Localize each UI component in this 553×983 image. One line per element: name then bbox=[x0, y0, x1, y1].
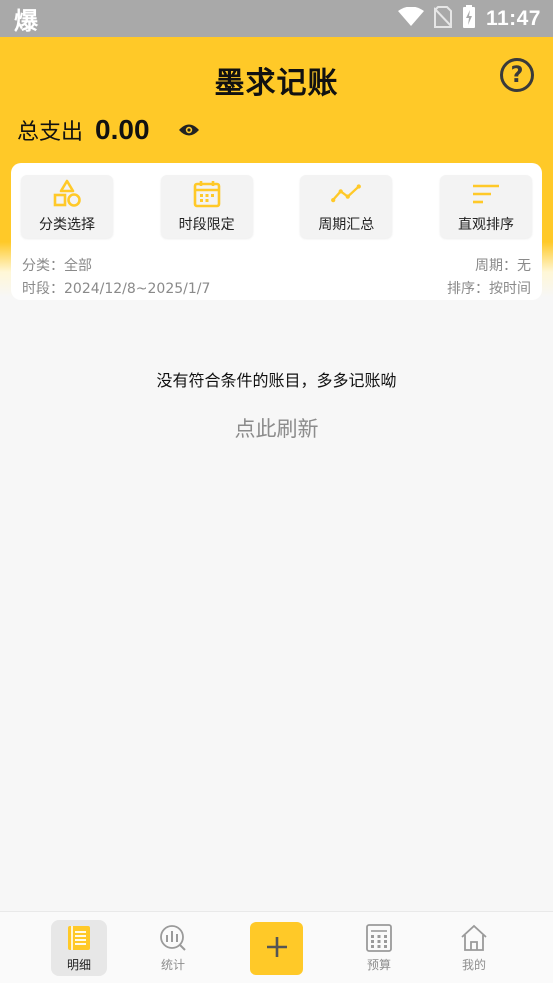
category-filter-value: 分类：全部 bbox=[22, 258, 92, 274]
list-icon bbox=[65, 924, 93, 952]
total-expense-label: 总支出 bbox=[17, 120, 84, 145]
home-icon bbox=[460, 924, 488, 952]
shapes-icon bbox=[52, 179, 82, 209]
eye-icon[interactable] bbox=[178, 122, 200, 138]
filter-info-row: 分类：全部 周期：无 bbox=[22, 255, 531, 275]
refresh-link[interactable]: 点此刷新 bbox=[0, 413, 553, 443]
nav-item-details[interactable]: 明细 bbox=[51, 920, 107, 976]
chart-icon bbox=[159, 924, 187, 952]
filter-info-row: 时段：2024/12/8~2025/1/7 排序：按时间 bbox=[22, 278, 531, 298]
total-expense-amount: 0.00 bbox=[95, 114, 150, 145]
time-range-button[interactable]: 时段限定 bbox=[160, 175, 253, 238]
nav-item-label: 统计 bbox=[160, 958, 185, 972]
nav-item-budget[interactable]: 预算 bbox=[351, 920, 407, 976]
period-summary-label: 周期汇总 bbox=[318, 217, 375, 233]
time-range-label: 时段限定 bbox=[178, 217, 235, 233]
sort-button[interactable]: 直观排序 bbox=[439, 175, 532, 238]
filter-card: 分类选择 时段限定 周期汇总 直观排序 分类：全部 周期：无 时段：2024/1… bbox=[11, 163, 542, 300]
calendar-icon bbox=[192, 179, 222, 209]
clock: 11:47 bbox=[485, 6, 541, 30]
nav-item-label: 明细 bbox=[66, 958, 91, 972]
nav-item-label: 我的 bbox=[461, 958, 486, 972]
sort-label: 直观排序 bbox=[457, 217, 514, 233]
total-expense-row: 总支出 0.00 bbox=[17, 110, 200, 150]
bottom-nav: 明细 统计 预算 我的 bbox=[0, 911, 553, 983]
category-select-button[interactable]: 分类选择 bbox=[21, 175, 113, 238]
time-range-value: 时段：2024/12/8~2025/1/7 bbox=[22, 281, 211, 297]
battery-charging-icon bbox=[462, 4, 476, 33]
calculator-icon bbox=[365, 924, 393, 952]
empty-state-message: 没有符合条件的账目，多多记账呦 bbox=[156, 371, 397, 390]
app-notification-glyph: 爆 bbox=[14, 7, 38, 35]
sort-order-value: 排序：按时间 bbox=[447, 281, 531, 297]
trend-line-icon bbox=[331, 179, 362, 209]
help-icon[interactable]: ? bbox=[500, 58, 534, 92]
category-select-label: 分类选择 bbox=[39, 217, 95, 233]
period-summary-button[interactable]: 周期汇总 bbox=[300, 175, 393, 238]
nav-item-profile[interactable]: 我的 bbox=[446, 920, 502, 976]
nav-item-label: 预算 bbox=[366, 958, 391, 972]
period-filter-value: 周期：无 bbox=[475, 258, 531, 274]
page-title: 墨求记账 bbox=[214, 66, 339, 101]
add-entry-button[interactable] bbox=[250, 922, 303, 975]
wifi-icon bbox=[397, 6, 424, 31]
no-sim-icon bbox=[433, 5, 453, 32]
filter-tools: 分类选择 时段限定 周期汇总 直观排序 bbox=[21, 175, 532, 238]
status-bar: 爆 11:47 bbox=[0, 0, 553, 37]
status-icons: 11:47 bbox=[397, 4, 541, 33]
nav-item-statistics[interactable]: 统计 bbox=[145, 920, 201, 976]
plus-icon bbox=[265, 935, 289, 963]
sort-lines-icon bbox=[471, 179, 501, 209]
